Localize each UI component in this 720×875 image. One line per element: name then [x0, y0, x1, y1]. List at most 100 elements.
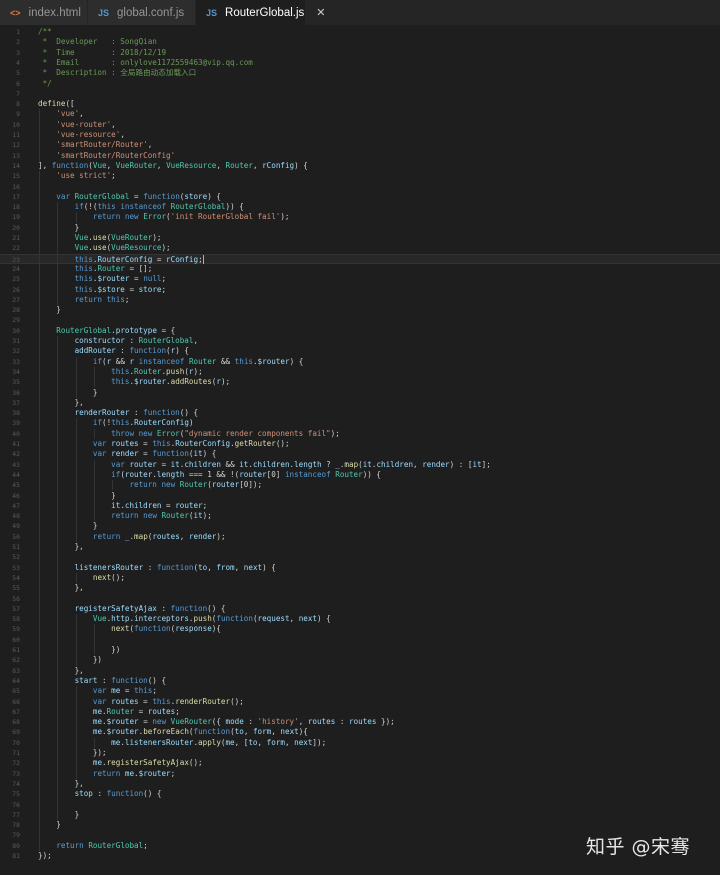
code-line[interactable]: 66 var routes = this.renderRouter(); — [0, 697, 720, 707]
code-line[interactable]: 44 if(router.length === 1 && !(router[0]… — [0, 470, 720, 480]
line-number: 66 — [12, 697, 20, 706]
code-line[interactable]: 50 return _.map(routes, render); — [0, 532, 720, 542]
code-line[interactable]: 67 me.Router = routes; — [0, 707, 720, 717]
code-line[interactable]: 46 } — [0, 491, 720, 501]
code-line[interactable]: 12 'smartRouter/Router', — [0, 140, 720, 150]
code-line[interactable]: 22 Vue.use(VueResource); — [0, 243, 720, 253]
code-line[interactable]: 10 'vue-router', — [0, 120, 720, 130]
code-line[interactable]: 72 me.registerSafetyAjax(); — [0, 758, 720, 768]
code-line[interactable]: 24 this.Router = []; — [0, 264, 720, 274]
code-line[interactable]: 32 addRouter : function(r) { — [0, 346, 720, 356]
code-line[interactable]: 31 constructor : RouterGlobal, — [0, 336, 720, 346]
code-line[interactable]: 71 }); — [0, 748, 720, 758]
code-line[interactable]: 21 Vue.use(VueRouter); — [0, 233, 720, 243]
code-line[interactable]: 5 * Description : 全局路由动态加载入口 — [0, 68, 720, 78]
code-line[interactable]: 20 } — [0, 223, 720, 233]
code-line[interactable]: 36 } — [0, 388, 720, 398]
code-line[interactable]: 59 next(function(response){ — [0, 624, 720, 634]
line-number: 22 — [12, 244, 20, 253]
code-line[interactable]: 47 it.children = router; — [0, 501, 720, 511]
code-line[interactable]: 65 var me = this; — [0, 686, 720, 696]
line-number: 70 — [12, 738, 20, 747]
code-line[interactable]: 70 me.listenersRouter.apply(me, [to, for… — [0, 738, 720, 748]
code-line[interactable]: 6 */ — [0, 79, 720, 89]
code-line[interactable]: 9 'vue', — [0, 109, 720, 119]
code-line[interactable]: 38 renderRouter : function() { — [0, 408, 720, 418]
tab-index-html[interactable]: <> index.html — [0, 0, 88, 25]
code-line[interactable]: 42 var render = function(it) { — [0, 449, 720, 459]
code-line[interactable]: 52 — [0, 552, 720, 562]
code-line[interactable]: 61 }) — [0, 645, 720, 655]
code-editor[interactable]: 1/** 2 * Developer : SongQian 3 * Time : 2… — [0, 25, 720, 875]
code-line[interactable]: 56 — [0, 594, 720, 604]
code-line[interactable]: 27 return this; — [0, 295, 720, 305]
code-line[interactable]: 75 stop : function() { — [0, 789, 720, 799]
code-line[interactable]: 62 }) — [0, 655, 720, 665]
code-line[interactable]: 48 return new Router(it); — [0, 511, 720, 521]
js-file-icon: JS — [98, 7, 110, 18]
code-line[interactable]: 55 }, — [0, 583, 720, 593]
code-line[interactable]: 64 start : function() { — [0, 676, 720, 686]
code-text: addRouter : function(r) { — [74, 346, 189, 356]
tab-label: index.html — [28, 6, 81, 19]
code-line[interactable]: 26 this.$store = store; — [0, 285, 720, 295]
line-number: 51 — [12, 543, 20, 551]
code-line[interactable]: 68 me.$router = new VueRouter({ mode : '… — [0, 717, 720, 727]
code-line[interactable]: 74 }, — [0, 779, 720, 789]
close-icon[interactable]: ✕ — [316, 6, 325, 19]
code-line[interactable]: 73 return me.$router; — [0, 769, 720, 779]
code-text: return RouterGlobal; — [56, 840, 148, 850]
code-line[interactable]: 7 — [0, 89, 720, 99]
code-line[interactable]: 19 return new Error('init RouterGlobal f… — [0, 212, 720, 222]
code-line[interactable]: 16 — [0, 182, 720, 192]
code-line[interactable]: 39 if(!this.RouterConfig) — [0, 418, 720, 428]
tab-global-conf-js[interactable]: JS global.conf.js — [88, 0, 196, 25]
code-line[interactable]: 18 if(!(this instanceof RouterGlobal)) { — [0, 202, 720, 212]
code-line[interactable]: 35 this.$router.addRoutes(r); — [0, 377, 720, 387]
code-line[interactable]: 34 this.Router.push(r); — [0, 367, 720, 377]
code-line[interactable]: 63 }, — [0, 666, 720, 676]
code-line[interactable]: 8 define([ — [0, 99, 720, 109]
code-line[interactable]: 78 } — [0, 820, 720, 830]
code-text: var routes = this.renderRouter(); — [92, 696, 244, 706]
code-line[interactable]: 25 this.$router = null; — [0, 274, 720, 284]
code-line[interactable]: 14], function(Vue, VueRouter, VueResourc… — [0, 161, 720, 171]
code-line[interactable]: 40 throw new Error("dynamic render compo… — [0, 429, 720, 439]
code-line[interactable]: 13 'smartRouter/RouterConfig' — [0, 151, 720, 161]
code-line[interactable]: 77 } — [0, 810, 720, 820]
code-line[interactable]: 69 me.$router.beforeEach(function(to, fo… — [0, 727, 720, 737]
line-number: 38 — [12, 409, 20, 418]
code-line[interactable]: 60 — [0, 635, 720, 645]
code-line[interactable]: 41 var routes = this.RouterConfig.getRou… — [0, 439, 720, 449]
code-line[interactable]: 28 } — [0, 305, 720, 315]
code-text: return _.map(routes, render); — [92, 531, 226, 541]
code-line[interactable]: 43 var router = it.children && it.childr… — [0, 460, 720, 470]
line-number: 9 — [16, 110, 20, 119]
code-line[interactable]: 1 /** — [0, 27, 720, 37]
code-line[interactable]: 45 return new Router(router[0]); — [0, 480, 720, 490]
code-line[interactable]: 54 next(); — [0, 573, 720, 583]
code-line[interactable]: 11 'vue-resource', — [0, 130, 720, 140]
code-line[interactable]: 23 this.RouterConfig = rConfig; — [0, 253, 720, 265]
code-line[interactable]: 37 }, — [0, 398, 720, 408]
code-line[interactable]: 4 * Email : onlylove1172559463@vip.qq.co… — [0, 58, 720, 68]
indent-guide — [75, 212, 77, 223]
code-text: var router = it.children && it.children.… — [111, 459, 491, 469]
code-line[interactable]: 33 if(r && r instanceof Router && this.$… — [0, 357, 720, 367]
code-line[interactable]: 15 'use strict'; — [0, 171, 720, 181]
code-line[interactable]: 29 — [0, 315, 720, 325]
code-line[interactable]: 3 * Time : 2018/12/19 — [0, 48, 720, 58]
code-text: }, — [38, 778, 84, 788]
code-line[interactable]: 30 RouterGlobal.prototype = { — [0, 326, 720, 336]
code-line[interactable]: 58 Vue.http.interceptors.push(function(r… — [0, 614, 720, 624]
code-line[interactable]: 17 var RouterGlobal = function(store) { — [0, 192, 720, 202]
code-line[interactable]: 2 * Developer : SongQian — [0, 37, 720, 47]
code-line[interactable]: 76 — [0, 800, 720, 810]
code-line[interactable]: 57 registerSafetyAjax : function() { — [0, 604, 720, 614]
code-line[interactable]: 51 }, — [0, 542, 720, 552]
indent-guide — [93, 366, 95, 388]
code-line[interactable]: 49 } — [0, 521, 720, 531]
code-line[interactable]: 53 listenersRouter : function(to, from, … — [0, 563, 720, 573]
line-number: 18 — [12, 203, 20, 212]
tab-routerglobal-js[interactable]: JS RouterGlobal.js ✕ — [196, 0, 326, 25]
